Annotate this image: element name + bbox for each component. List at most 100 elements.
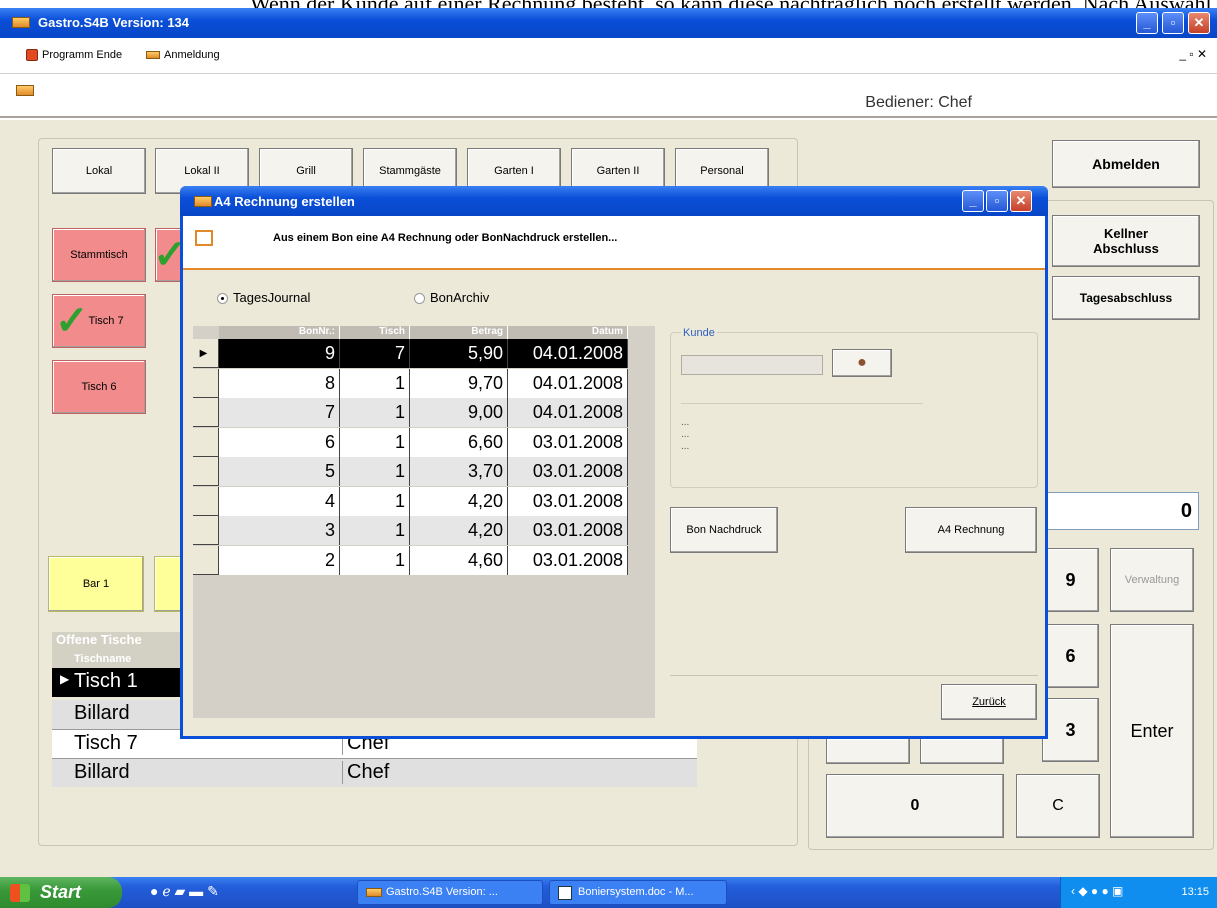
kunde-line: ...: [681, 417, 690, 428]
dialog-title-bar[interactable]: A4 Rechnung erstellen _ ▫ ✕: [180, 186, 1048, 216]
open-table-name: Billard: [74, 702, 130, 724]
dialog-maximize-icon[interactable]: ▫: [986, 190, 1008, 212]
open-table-name: Billard: [74, 761, 130, 783]
radio-bonarchiv-label: BonArchiv: [430, 290, 490, 305]
row-indicator[interactable]: [193, 368, 219, 398]
numpad-clear[interactable]: C: [1016, 774, 1100, 838]
bon-row[interactable]: 2 1 4,60 03.01.2008: [193, 545, 628, 575]
numpad-9[interactable]: 9: [1042, 548, 1099, 612]
verwaltung-button[interactable]: Verwaltung: [1110, 548, 1194, 612]
cell-datum: 03.01.2008: [508, 516, 628, 545]
numpad-1[interactable]: [826, 738, 910, 764]
dialog-minimize-icon[interactable]: _: [962, 190, 984, 212]
cell-tisch: 1: [340, 486, 410, 516]
table-bar-1[interactable]: Bar 1: [48, 556, 144, 612]
open-table-name: Tisch 1: [74, 670, 138, 692]
dialog-close-icon[interactable]: ✕: [1010, 190, 1032, 212]
row-indicator[interactable]: [193, 457, 219, 486]
a4-rechnung-button[interactable]: A4 Rechnung: [905, 507, 1037, 553]
tagesabschluss-button[interactable]: Tagesabschluss: [1052, 276, 1200, 320]
row-pointer-icon: ▶: [60, 672, 70, 686]
bon-nachdruck-button[interactable]: Bon Nachdruck: [670, 507, 778, 553]
cell-bon: 8: [219, 368, 340, 398]
numpad-2[interactable]: [920, 738, 1004, 764]
open-table-row[interactable]: Billard Chef: [52, 758, 697, 787]
radio-bonarchiv[interactable]: BonArchiv: [414, 290, 489, 305]
task-word[interactable]: Boniersystem.doc - M...: [549, 880, 727, 905]
bon-row[interactable]: 8 1 9,70 04.01.2008: [193, 368, 628, 398]
operator-label: Bediener: Chef: [865, 94, 972, 111]
word-icon: [558, 886, 572, 900]
numpad-3[interactable]: 3: [1042, 698, 1099, 762]
bon-row[interactable]: 5 1 3,70 03.01.2008: [193, 457, 628, 486]
cell-tisch: 1: [340, 427, 410, 457]
mdi-controls[interactable]: _ ▫ ✕: [1179, 47, 1207, 61]
check-icon: ✓: [55, 299, 89, 343]
room-tab-lokal[interactable]: Lokal: [52, 148, 146, 194]
abmelden-button[interactable]: Abmelden: [1052, 140, 1200, 188]
menu-anmeldung-label: Anmeldung: [164, 49, 220, 61]
bon-row[interactable]: 3 1 4,20 03.01.2008: [193, 516, 628, 545]
open-table-name: Tisch 7: [74, 732, 138, 754]
table-tisch-6[interactable]: Tisch 6: [52, 360, 146, 414]
cell-datum: 04.01.2008: [508, 368, 628, 398]
menu-programm-ende[interactable]: Programm Ende: [26, 49, 122, 61]
row-indicator[interactable]: [193, 427, 219, 457]
kunde-group: Kunde ● ... ... ...: [670, 327, 1038, 488]
cell-betrag: 4,20: [410, 516, 508, 545]
enter-button[interactable]: Enter: [1110, 624, 1194, 838]
system-tray: ‹ ◆ ● ● ▣ 13:15: [1060, 877, 1217, 908]
row-indicator[interactable]: [193, 516, 219, 545]
taskbar: Start ● ℯ ▰ ▬ ✎ Gastro.S4B Version: ... …: [0, 877, 1217, 908]
kunde-line: ...: [681, 441, 690, 452]
task-app-icon: [366, 888, 382, 897]
numpad-display: 0: [1042, 492, 1199, 530]
row-indicator[interactable]: [193, 398, 219, 427]
bon-row[interactable]: ▶ 9 7 5,90 04.01.2008: [193, 339, 628, 368]
radio-on-icon: [217, 293, 228, 305]
task-gastro-label: Gastro.S4B Version: ...: [386, 886, 498, 898]
cell-tisch: 1: [340, 368, 410, 398]
kunde-details: ... ... ...: [681, 417, 689, 453]
zurueck-button[interactable]: Zurück: [941, 684, 1037, 720]
task-gastro[interactable]: Gastro.S4B Version: ...: [357, 880, 543, 905]
cell-tisch: 1: [340, 457, 410, 486]
kunde-search-button[interactable]: ●: [832, 349, 892, 377]
table-stammtisch[interactable]: Stammtisch: [52, 228, 146, 282]
table-tisch-7[interactable]: ✓ Tisch 7: [52, 294, 146, 348]
cell-bon: 4: [219, 486, 340, 516]
app-icon: [12, 17, 30, 28]
quicklaunch-icons[interactable]: ● ℯ ▰ ▬ ✎: [150, 883, 219, 900]
start-label: Start: [40, 882, 82, 902]
maximize-icon[interactable]: ▫: [1162, 12, 1184, 34]
cell-tisch: 1: [340, 398, 410, 427]
row-indicator[interactable]: [193, 486, 219, 516]
kunde-input[interactable]: [681, 355, 823, 375]
bon-row[interactable]: 6 1 6,60 03.01.2008: [193, 427, 628, 457]
bon-row[interactable]: 7 1 9,00 04.01.2008: [193, 398, 628, 427]
numpad-6[interactable]: 6: [1042, 624, 1099, 688]
close-icon[interactable]: ✕: [1188, 12, 1210, 34]
open-table-waiter: Chef: [342, 761, 389, 784]
invoice-icon: [195, 230, 213, 246]
radio-off-icon: [414, 293, 425, 305]
row-indicator[interactable]: ▶: [193, 339, 219, 368]
dialog-subtitle: Aus einem Bon eine A4 Rechnung oder BonN…: [273, 232, 618, 244]
bon-row[interactable]: 4 1 4,20 03.01.2008: [193, 486, 628, 516]
cell-tisch: 7: [340, 339, 410, 368]
menu-anmeldung[interactable]: Anmeldung: [146, 49, 220, 61]
row-indicator[interactable]: [193, 545, 219, 575]
window-title-bar[interactable]: Gastro.S4B Version: 134 _ ▫ ✕: [0, 8, 1217, 38]
cell-betrag: 4,60: [410, 545, 508, 575]
cell-betrag: 3,70: [410, 457, 508, 486]
radio-tagesjournal[interactable]: TagesJournal: [217, 290, 310, 305]
start-button[interactable]: Start: [0, 877, 122, 908]
tray-icons[interactable]: ‹ ◆ ● ● ▣: [1071, 884, 1123, 898]
kellner-abschluss-button[interactable]: Kellner Abschluss: [1052, 215, 1200, 267]
minimize-icon[interactable]: _: [1136, 12, 1158, 34]
dialog-divider: [670, 675, 1038, 676]
numpad-0[interactable]: 0: [826, 774, 1004, 838]
cell-tisch: 1: [340, 545, 410, 575]
cell-datum: 04.01.2008: [508, 398, 628, 427]
radio-tagesjournal-label: TagesJournal: [233, 290, 311, 305]
